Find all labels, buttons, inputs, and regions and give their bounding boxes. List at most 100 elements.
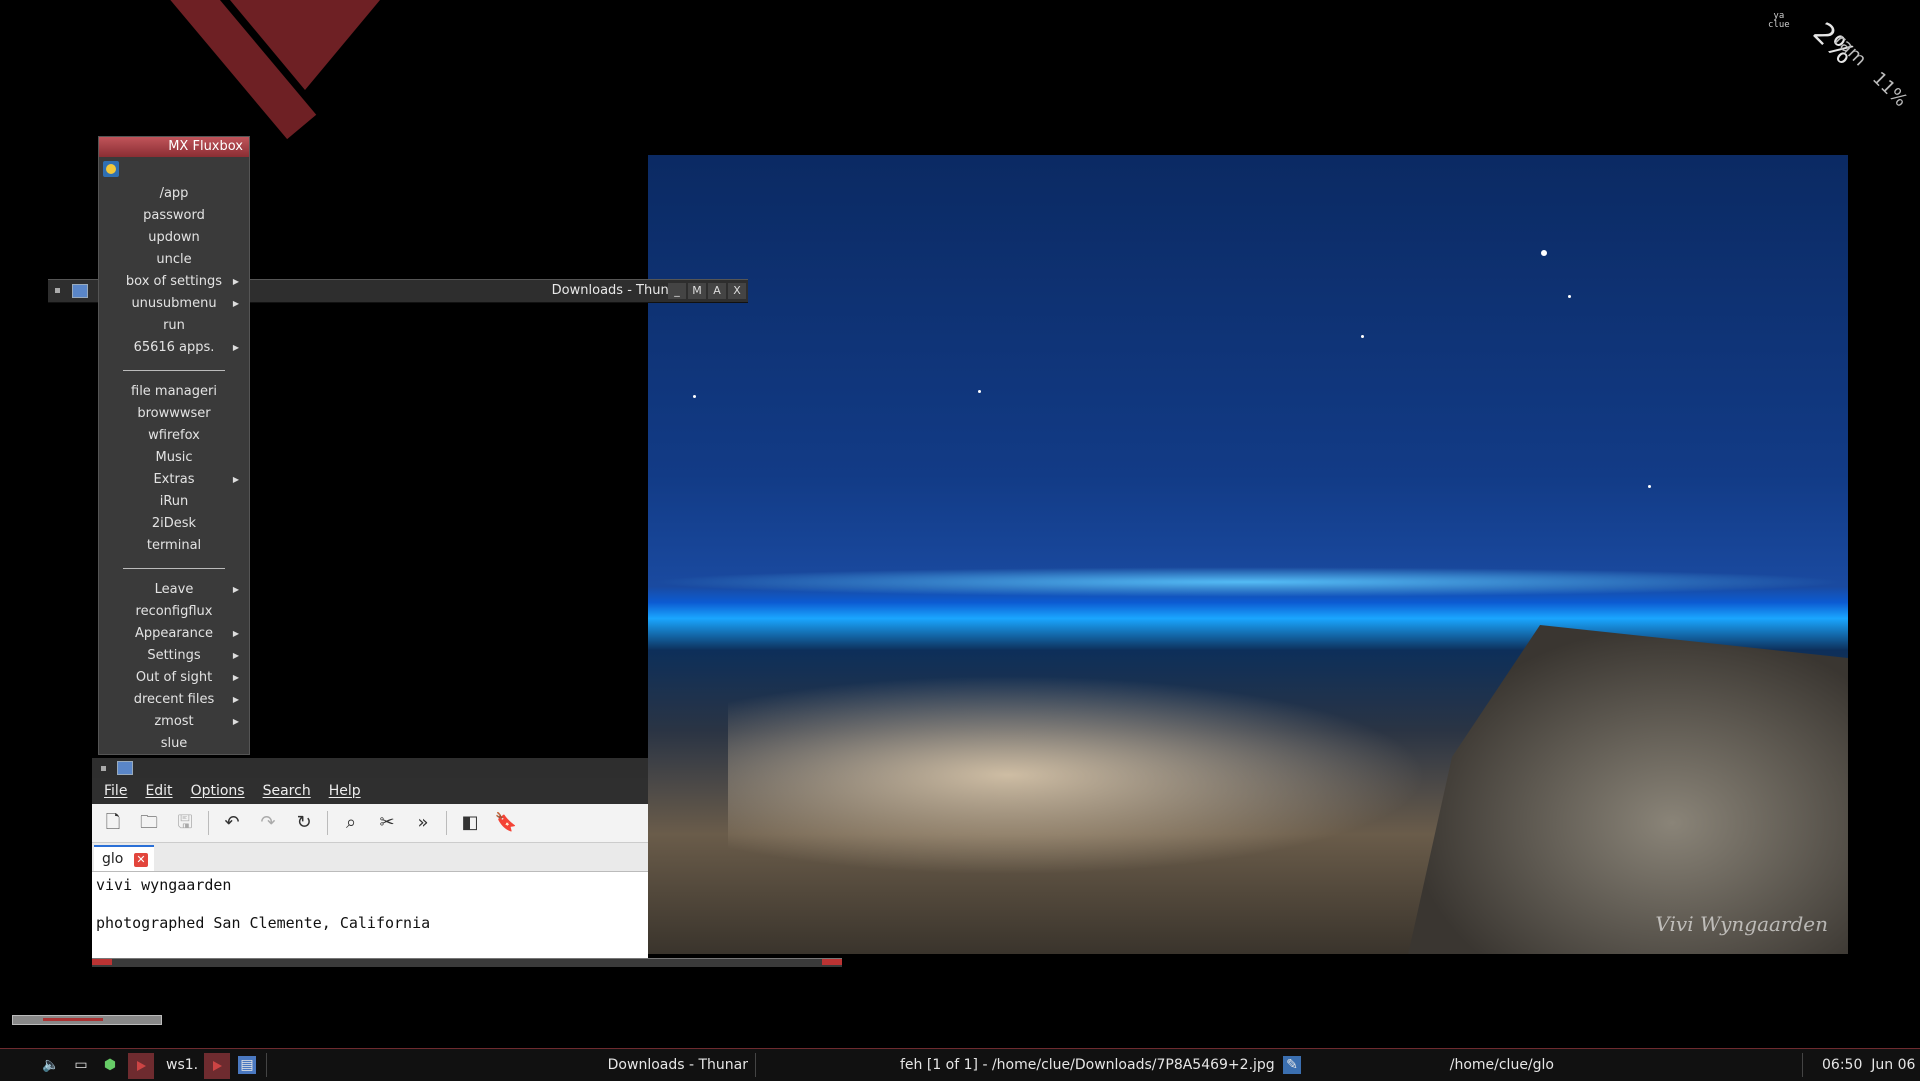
menu-item[interactable]: 2iDesk bbox=[99, 513, 249, 535]
mx-logo-icon bbox=[103, 161, 119, 177]
volume-icon[interactable]: 🔈 bbox=[42, 1056, 60, 1074]
editor-text-area[interactable]: vivi wyngaarden photographed San Clement… bbox=[92, 872, 648, 937]
menu-item[interactable]: Settings ▶ bbox=[99, 645, 249, 667]
workspace-name[interactable]: ws1. bbox=[166, 1049, 198, 1081]
menu-item[interactable]: reconfigflux bbox=[99, 601, 249, 623]
tab-close-icon[interactable]: ✕ bbox=[134, 853, 148, 867]
menu-item[interactable]: updown bbox=[99, 227, 249, 249]
bookmark-icon[interactable]: 🔖 bbox=[493, 810, 519, 836]
menu-item[interactable]: password bbox=[99, 205, 249, 227]
menu-item-label: run bbox=[163, 318, 185, 333]
conky-user: ya clue bbox=[1768, 12, 1790, 30]
titlebar-buttons: _ M A X bbox=[668, 283, 746, 299]
menu-item[interactable]: Appearance ▶ bbox=[99, 623, 249, 645]
menu-file[interactable]: File bbox=[104, 778, 127, 804]
workspace-prev-button[interactable] bbox=[128, 1053, 154, 1079]
star bbox=[1648, 485, 1651, 488]
window-menu-icon[interactable] bbox=[55, 288, 60, 293]
window-menu-icon[interactable] bbox=[101, 766, 106, 771]
star bbox=[1568, 295, 1571, 298]
maximize-button[interactable]: M bbox=[688, 283, 706, 299]
editor-titlebar[interactable] bbox=[92, 758, 648, 778]
menu-item-label: 2iDesk bbox=[151, 516, 197, 531]
conky-ram-value: 11% bbox=[1868, 67, 1912, 112]
menu-separator bbox=[99, 359, 249, 381]
shade-button[interactable]: A bbox=[708, 283, 726, 299]
save-icon[interactable]: 🖫 bbox=[172, 810, 198, 836]
new-file-icon[interactable]: 🗋 bbox=[100, 810, 126, 836]
conky-ram: ram 11% bbox=[1830, 30, 1911, 111]
star bbox=[693, 395, 696, 398]
editor-tabbar: glo ✕ bbox=[92, 843, 648, 872]
menu-separator bbox=[99, 557, 249, 579]
menu-item-label: iRun bbox=[159, 494, 189, 509]
undo-icon[interactable]: ↶ bbox=[219, 810, 245, 836]
task-editor[interactable]: /home/clue/glo bbox=[1450, 1049, 1554, 1081]
jump-icon[interactable]: » bbox=[410, 810, 436, 836]
menu-item[interactable]: terminal bbox=[99, 535, 249, 557]
submenu-arrow-icon: ▶ bbox=[232, 629, 239, 638]
menu-item[interactable]: drecent files ▶ bbox=[99, 689, 249, 711]
photo-signature: Vivi Wyngaarden bbox=[1655, 912, 1828, 936]
rocks bbox=[1408, 625, 1848, 954]
iconbar-slit bbox=[12, 1015, 162, 1025]
feh-image-window[interactable]: Vivi Wyngaarden bbox=[648, 155, 1848, 954]
menu-item[interactable]: file manageri bbox=[99, 381, 249, 403]
tab-glo[interactable]: glo ✕ bbox=[94, 845, 154, 871]
menu-options[interactable]: Options bbox=[191, 778, 245, 804]
menu-item[interactable]: run bbox=[99, 315, 249, 337]
menu-item-label: Music bbox=[155, 450, 193, 465]
editor-window-bottom-border[interactable] bbox=[92, 958, 842, 967]
submenu-arrow-icon: ▶ bbox=[232, 673, 239, 682]
replace-icon[interactable]: ✂ bbox=[374, 810, 400, 836]
menu-item[interactable]: 65616 apps. ▶ bbox=[99, 337, 249, 359]
side-pane-icon[interactable]: ◧ bbox=[457, 810, 483, 836]
menu-item[interactable]: box of settings ▶ bbox=[99, 271, 249, 293]
search-icon[interactable]: ⌕ bbox=[338, 810, 364, 836]
menu-edit[interactable]: Edit bbox=[145, 778, 172, 804]
menu-item-label: 65616 apps. bbox=[133, 340, 215, 355]
menu-item-label: browwwser bbox=[137, 406, 211, 421]
menu-item-label: password bbox=[143, 208, 205, 223]
menu-item[interactable]: uncle bbox=[99, 249, 249, 271]
menu-item[interactable]: unusubmenu ▶ bbox=[99, 293, 249, 315]
package-icon[interactable]: ⬢ bbox=[101, 1056, 119, 1074]
text-editor-window[interactable]: File Edit Options Search Help 🗋 🗀 🖫 ↶ ↷ ↻ ⌕ ✂ » ◧… bbox=[92, 758, 648, 958]
editor-task-icon[interactable]: ✎ bbox=[1283, 1056, 1301, 1074]
menu-help[interactable]: Help bbox=[329, 778, 361, 804]
toolbar-separator bbox=[446, 811, 447, 835]
taskbar-divider bbox=[1802, 1053, 1803, 1077]
task-feh[interactable]: feh [1 of 1] - /home/clue/Downloads/7P8A… bbox=[900, 1049, 1275, 1081]
star bbox=[978, 390, 981, 393]
menu-item[interactable]: Extras ▶ bbox=[99, 469, 249, 491]
menu-item[interactable]: browwwser bbox=[99, 403, 249, 425]
menu-item-label: slue bbox=[160, 736, 188, 751]
menu-item[interactable]: slue bbox=[99, 733, 249, 755]
menu-item-label: drecent files bbox=[133, 692, 215, 707]
menu-item[interactable]: wfirefox bbox=[99, 425, 249, 447]
menu-item[interactable]: Leave ▶ bbox=[99, 579, 249, 601]
menu-item[interactable]: /app bbox=[99, 183, 249, 205]
close-button[interactable]: X bbox=[728, 283, 746, 299]
reload-icon[interactable]: ↻ bbox=[291, 810, 317, 836]
taskbar-divider bbox=[755, 1053, 756, 1077]
workspace-next-button[interactable] bbox=[204, 1053, 230, 1079]
menu-item-label: Extras bbox=[153, 472, 195, 487]
text-line: vivi wyngaarden bbox=[96, 876, 232, 894]
menu-item[interactable]: Music bbox=[99, 447, 249, 469]
file-manager-icon[interactable]: ▤ bbox=[238, 1056, 256, 1074]
task-thunar[interactable]: Downloads - Thunar bbox=[608, 1049, 748, 1081]
fluxbox-root-menu[interactable]: MX Fluxbox /app password updown uncle box of… bbox=[98, 136, 250, 755]
menu-search[interactable]: Search bbox=[263, 778, 311, 804]
minimize-button[interactable]: _ bbox=[668, 283, 686, 299]
thunar-window-icon bbox=[72, 284, 88, 298]
show-desktop-icon[interactable]: ▭ bbox=[72, 1056, 90, 1074]
menu-item[interactable]: Out of sight ▶ bbox=[99, 667, 249, 689]
open-folder-icon[interactable]: 🗀 bbox=[136, 810, 162, 836]
star bbox=[1541, 250, 1547, 256]
redo-icon[interactable]: ↷ bbox=[255, 810, 281, 836]
submenu-arrow-icon: ▶ bbox=[232, 343, 239, 352]
menu-item[interactable]: zmost ▶ bbox=[99, 711, 249, 733]
menu-item[interactable]: iRun bbox=[99, 491, 249, 513]
toolbar-separator bbox=[327, 811, 328, 835]
